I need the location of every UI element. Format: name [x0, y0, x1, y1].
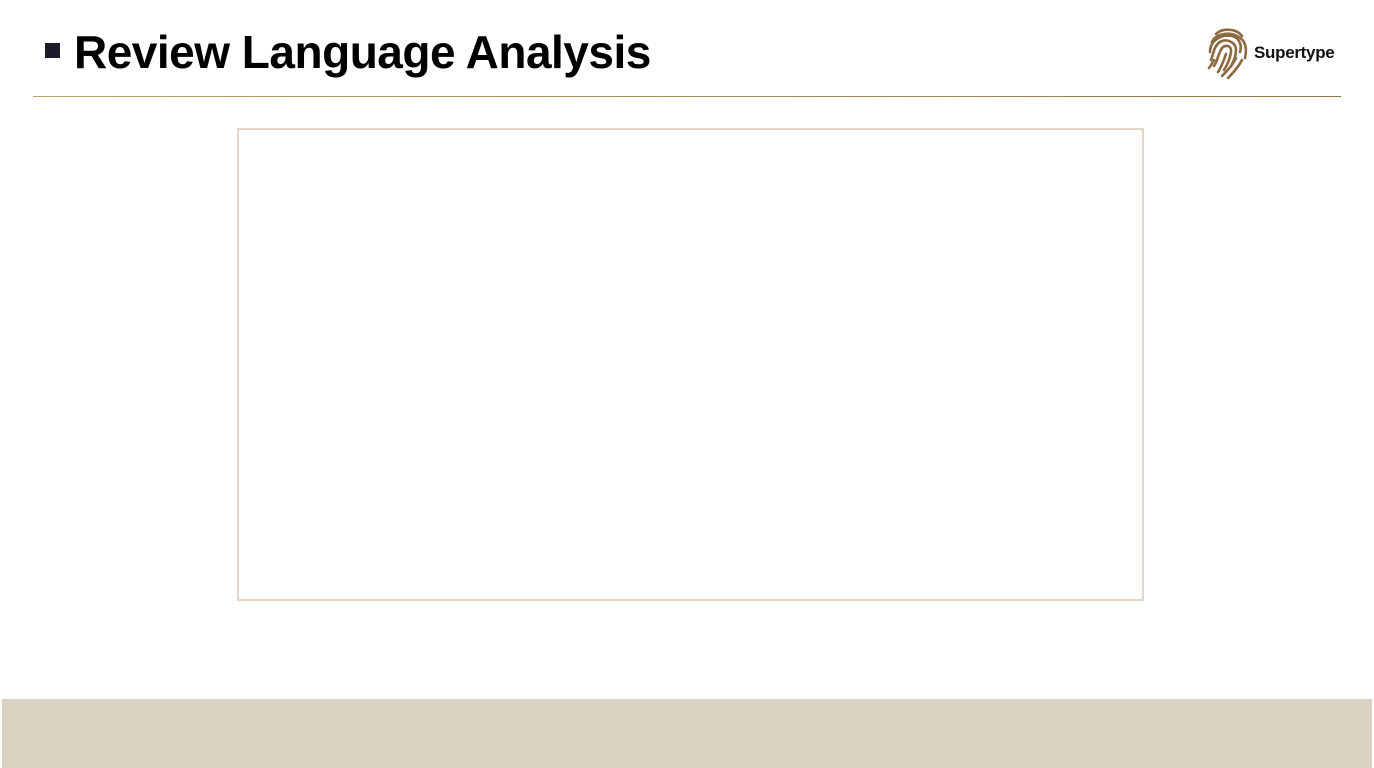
slide-page: Review Language Analysis Supertype [0, 0, 1374, 768]
header-divider [33, 96, 1341, 97]
brand-logo: Supertype [1206, 25, 1335, 81]
brand-name: Supertype [1254, 43, 1335, 62]
fingerprint-icon [1207, 28, 1248, 80]
page-title: Review Language Analysis [74, 26, 651, 78]
content-frame [237, 128, 1144, 601]
footer-band [2, 699, 1372, 768]
slide-header: Review Language Analysis Supertype [0, 0, 1374, 100]
title-bullet [45, 43, 60, 58]
